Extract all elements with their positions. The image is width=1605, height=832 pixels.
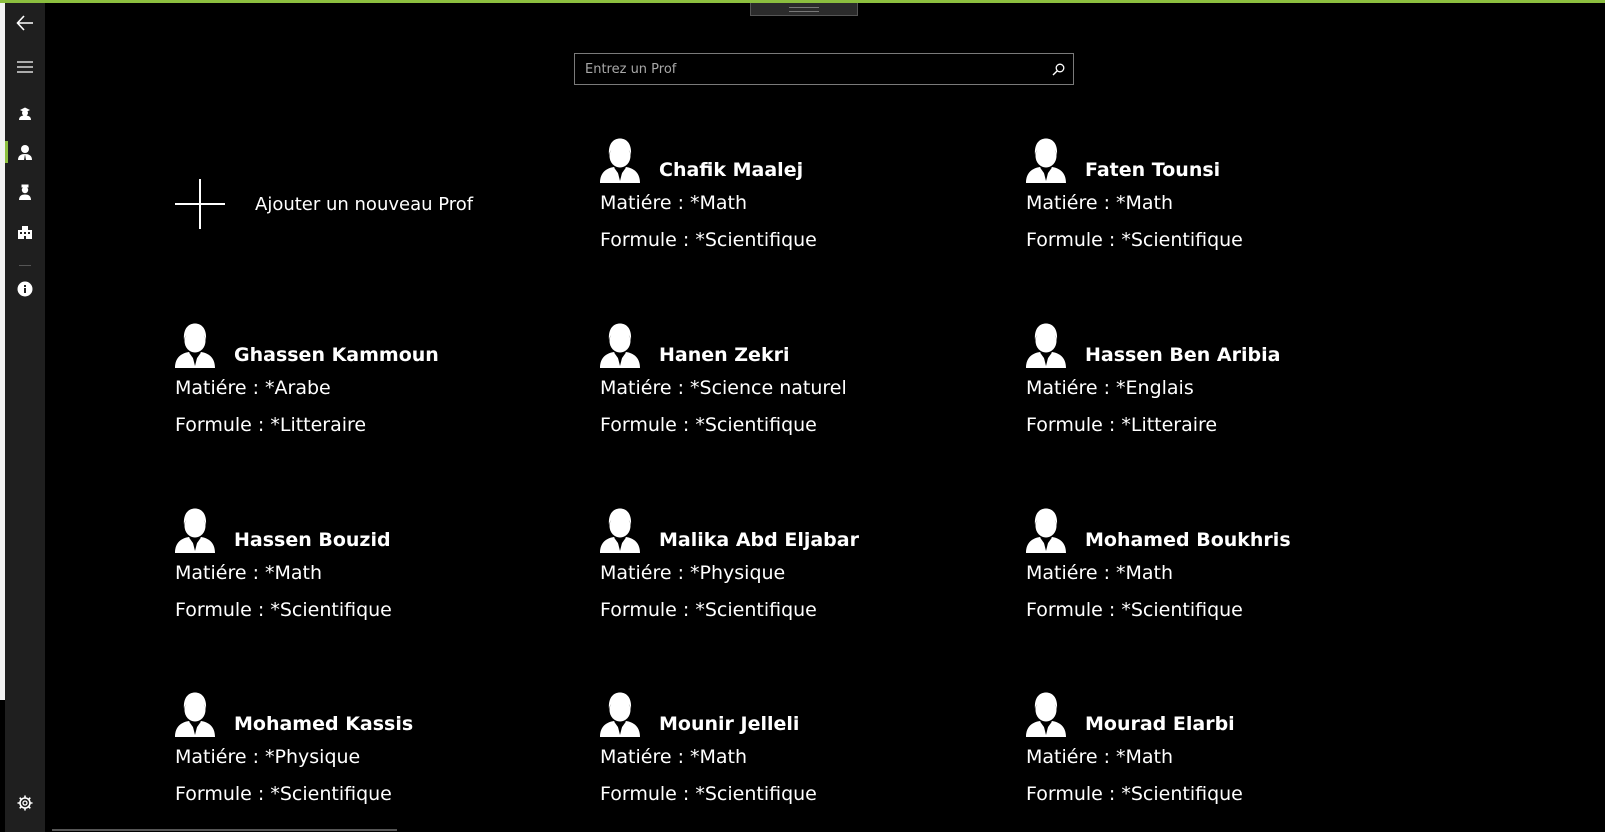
gear-icon	[17, 795, 33, 811]
prof-formule: Formule : *Scientifique	[600, 783, 817, 805]
prof-card-header: Hassen Ben Aribia	[1026, 322, 1426, 368]
nav-item-about[interactable]	[5, 270, 45, 308]
prof-name: Hanen Zekri	[659, 344, 790, 366]
prof-name: Mohamed Kassis	[234, 713, 414, 735]
plus-icon	[175, 179, 225, 229]
hamburger-icon	[17, 61, 33, 73]
prof-matiere: Matiére : *Physique	[175, 746, 361, 768]
search-icon	[1052, 63, 1064, 75]
prof-formule: Formule : *Scientifique	[1026, 783, 1243, 805]
prof-name: Chafik Maalej	[659, 159, 804, 181]
drag-handle[interactable]	[750, 3, 858, 16]
menu-button[interactable]	[5, 48, 45, 86]
prof-card[interactable]: Hanen Zekri Matiére : *Science naturel For…	[600, 322, 1000, 462]
prof-matiere: Matiére : *Arabe	[175, 377, 331, 399]
professor-icon	[18, 145, 32, 160]
prof-card-header: Faten Tounsi	[1026, 137, 1426, 183]
prof-formule: Formule : *Scientifique	[1026, 229, 1243, 251]
prof-name: Mohamed Boukhris	[1085, 529, 1291, 551]
prof-name: Hassen Bouzid	[234, 529, 391, 551]
professor-avatar-icon	[175, 508, 215, 553]
prof-name: Hassen Ben Aribia	[1085, 344, 1281, 366]
settings-button[interactable]	[5, 783, 45, 823]
prof-formule: Formule : *Scientifique	[175, 599, 392, 621]
prof-matiere: Matiére : *Math	[1026, 562, 1174, 584]
prof-matiere: Matiére : *Science naturel	[600, 377, 847, 399]
nav-separator	[19, 265, 31, 266]
staff-icon	[19, 184, 31, 200]
prof-card-header: Malika Abd Eljabar	[600, 507, 1000, 553]
prof-card[interactable]: Chafik Maalej Matiére : *Math Formule : *S…	[600, 137, 1000, 277]
back-button[interactable]	[5, 4, 45, 42]
prof-formule: Formule : *Scientifique	[600, 414, 817, 436]
prof-card[interactable]: Ghassen Kammoun Matiére : *Arabe Formule :…	[175, 322, 575, 462]
professor-avatar-icon	[1026, 692, 1066, 737]
prof-card[interactable]: Mohamed Boukhris Matiére : *Math Formule :…	[1026, 507, 1426, 647]
prof-card-header: Hassen Bouzid	[175, 507, 575, 553]
students-icon	[19, 107, 31, 120]
nav-item-staff[interactable]	[5, 173, 45, 211]
professor-avatar-icon	[600, 508, 640, 553]
prof-formule: Formule : *Scientifique	[175, 783, 392, 805]
prof-card[interactable]: Faten Tounsi Matiére : *Math Formule : *Sc…	[1026, 137, 1426, 277]
scroll-indicator	[52, 829, 397, 831]
prof-matiere: Matiére : *Englais	[1026, 377, 1194, 399]
add-prof-button[interactable]: Ajouter un nouveau Prof	[175, 176, 505, 232]
prof-matiere: Matiére : *Math	[1026, 192, 1174, 214]
prof-card[interactable]: Mourad Elarbi Matiére : *Math Formule : *S…	[1026, 691, 1426, 831]
back-arrow-icon	[16, 15, 33, 31]
prof-card-header: Mounir Jelleli	[600, 691, 1000, 737]
prof-formule: Formule : *Litteraire	[175, 414, 367, 436]
nav-sidebar	[5, 3, 45, 832]
prof-card[interactable]: Mounir Jelleli Matiére : *Math Formule : *…	[600, 691, 1000, 831]
prof-matiere: Matiére : *Math	[1026, 746, 1174, 768]
building-icon	[18, 226, 32, 239]
prof-card[interactable]: Mohamed Kassis Matiére : *Physique Formule…	[175, 691, 575, 831]
prof-card-header: Chafik Maalej	[600, 137, 1000, 183]
prof-name: Ghassen Kammoun	[234, 344, 439, 366]
prof-formule: Formule : *Scientifique	[600, 599, 817, 621]
prof-card[interactable]: Hassen Ben Aribia Matiére : *Englais Formu…	[1026, 322, 1426, 462]
nav-item-professors[interactable]	[5, 133, 45, 171]
professor-avatar-icon	[600, 323, 640, 368]
prof-card[interactable]: Malika Abd Eljabar Matiére : *Physique For…	[600, 507, 1000, 647]
prof-card-header: Ghassen Kammoun	[175, 322, 575, 368]
add-prof-label: Ajouter un nouveau Prof	[255, 193, 474, 215]
info-icon	[17, 281, 33, 297]
prof-name: Malika Abd Eljabar	[659, 529, 859, 551]
prof-card-header: Mohamed Kassis	[175, 691, 575, 737]
search-input[interactable]	[575, 53, 1043, 85]
nav-item-school[interactable]	[5, 213, 45, 251]
prof-card-header: Mourad Elarbi	[1026, 691, 1426, 737]
prof-name: Mounir Jelleli	[659, 713, 800, 735]
professor-avatar-icon	[600, 692, 640, 737]
prof-card-header: Mohamed Boukhris	[1026, 507, 1426, 553]
prof-formule: Formule : *Scientifique	[1026, 599, 1243, 621]
professor-avatar-icon	[1026, 323, 1066, 368]
prof-card-header: Hanen Zekri	[600, 322, 1000, 368]
professor-avatar-icon	[1026, 508, 1066, 553]
prof-formule: Formule : *Scientifique	[600, 229, 817, 251]
prof-matiere: Matiére : *Physique	[600, 562, 786, 584]
professor-avatar-icon	[175, 692, 215, 737]
professor-avatar-icon	[175, 323, 215, 368]
prof-matiere: Matiére : *Math	[600, 746, 748, 768]
professor-avatar-icon	[1026, 138, 1066, 183]
search-button[interactable]	[1043, 54, 1073, 84]
prof-matiere: Matiére : *Math	[175, 562, 323, 584]
prof-name: Mourad Elarbi	[1085, 713, 1235, 735]
prof-card[interactable]: Hassen Bouzid Matiére : *Math Formule : *S…	[175, 507, 575, 647]
prof-formule: Formule : *Litteraire	[1026, 414, 1218, 436]
prof-name: Faten Tounsi	[1085, 159, 1221, 181]
nav-item-students[interactable]	[5, 93, 45, 131]
search-box	[574, 53, 1074, 85]
professor-avatar-icon	[600, 138, 640, 183]
prof-matiere: Matiére : *Math	[600, 192, 748, 214]
